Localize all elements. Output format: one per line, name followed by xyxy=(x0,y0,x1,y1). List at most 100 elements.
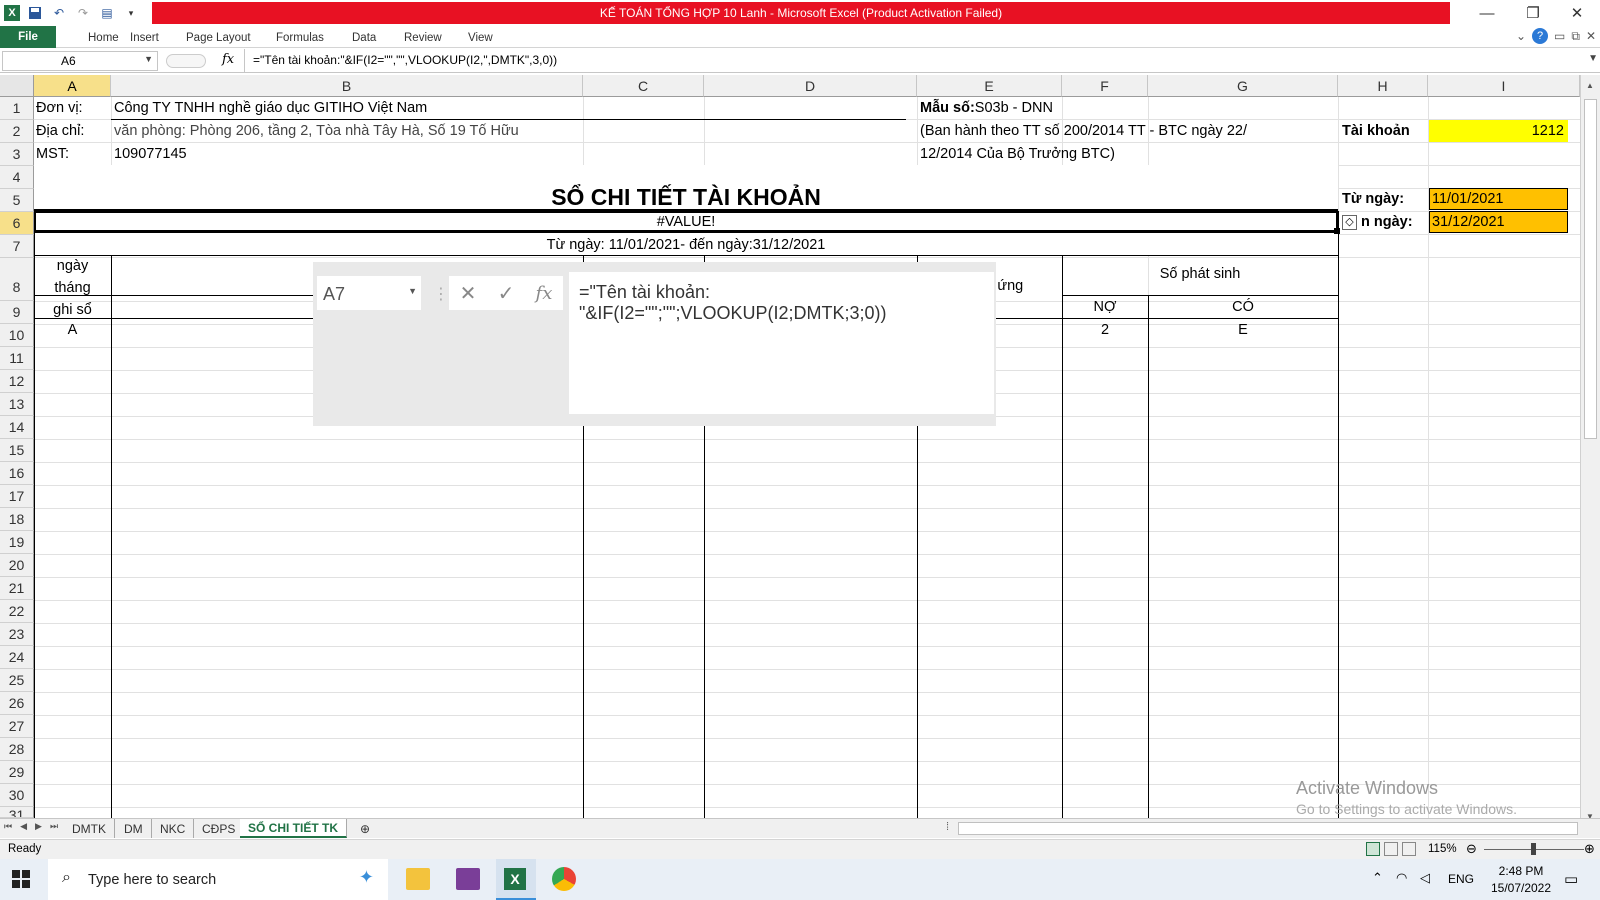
collapse-ribbon-icon[interactable]: ⌄ xyxy=(1516,29,1526,43)
taskbar-search[interactable]: ⌕ Type here to search ✦ xyxy=(48,859,388,900)
cell-a8[interactable]: ngày tháng ghi sổ xyxy=(34,255,111,321)
cell-i6[interactable]: 31/12/2021 xyxy=(1432,211,1505,233)
cell-b1[interactable]: Công TY TNHH nghề giáo dục GITIHO Việt N… xyxy=(114,97,427,119)
notification-icon[interactable]: ▭ xyxy=(1564,870,1578,888)
row-header[interactable]: 18 xyxy=(0,508,34,531)
formula-input[interactable]: ="Tên tài khoản:"&IF(I2="","",VLOOKUP(I2… xyxy=(244,49,1584,73)
next-sheet-icon[interactable]: ▶ xyxy=(35,821,42,832)
language-indicator[interactable]: ENG xyxy=(1448,872,1474,886)
prev-sheet-icon[interactable]: ◀ xyxy=(20,821,27,832)
row-header[interactable]: 4 xyxy=(0,166,34,189)
tab-home[interactable]: Home xyxy=(82,28,125,48)
row-header[interactable]: 16 xyxy=(0,462,34,485)
vertical-scrollbar[interactable]: ▲ ▼ xyxy=(1580,75,1600,827)
row-header[interactable]: 3 xyxy=(0,143,34,166)
column-header-c[interactable]: C xyxy=(583,75,704,97)
row-header[interactable]: 14 xyxy=(0,416,34,439)
zoom-slider-thumb[interactable] xyxy=(1531,843,1536,855)
cell-e2[interactable]: (Ban hành theo TT số 200/2014 TT - BTC n… xyxy=(920,120,1247,142)
sheet-tab-nkc[interactable]: NKC xyxy=(152,819,195,838)
row-header[interactable]: 21 xyxy=(0,577,34,600)
row-header[interactable]: 9 xyxy=(0,301,34,324)
select-all-corner[interactable] xyxy=(0,75,34,97)
cell-f9[interactable]: NỢ xyxy=(1062,296,1148,318)
cell-b2[interactable]: văn phòng: Phòng 206, tầng 2, Tòa nhà Tâ… xyxy=(114,120,519,142)
cell-h5[interactable]: Từ ngày: xyxy=(1342,188,1404,210)
tab-data[interactable]: Data xyxy=(346,28,382,48)
scroll-up-icon[interactable]: ▲ xyxy=(1586,81,1594,90)
page-break-view-icon[interactable] xyxy=(1402,842,1416,856)
row-header[interactable]: 17 xyxy=(0,485,34,508)
print-preview-icon[interactable]: ▤ xyxy=(98,4,116,22)
row-header[interactable]: 28 xyxy=(0,738,34,761)
normal-view-icon[interactable] xyxy=(1366,842,1380,856)
column-header-f[interactable]: F xyxy=(1062,75,1148,97)
new-sheet-icon[interactable]: ⊕ xyxy=(352,819,378,838)
row-header[interactable]: 24 xyxy=(0,646,34,669)
column-header-b[interactable]: B xyxy=(111,75,583,97)
chevron-down-icon[interactable]: ▼ xyxy=(144,54,153,64)
windows-start-icon[interactable] xyxy=(12,870,30,891)
tab-page-layout[interactable]: Page Layout xyxy=(180,28,257,48)
cell-a6-selected[interactable]: #VALUE! xyxy=(34,211,1338,232)
column-header-g[interactable]: G xyxy=(1148,75,1338,97)
winrar-icon[interactable] xyxy=(456,868,480,890)
zoom-in-icon[interactable]: ⊕ xyxy=(1584,841,1595,857)
row-header[interactable]: 23 xyxy=(0,623,34,646)
cell-e1[interactable]: Mẫu số: S03b - DNN xyxy=(920,97,1053,119)
row-header[interactable]: 20 xyxy=(0,554,34,577)
row-header[interactable]: 30 xyxy=(0,784,34,807)
row-header[interactable]: 11 xyxy=(0,347,34,370)
customize-qat-icon[interactable]: ▾ xyxy=(122,4,140,22)
clock[interactable]: 2:48 PM 15/07/2022 xyxy=(1486,863,1556,897)
formula-bar-expander[interactable] xyxy=(166,54,206,68)
row-header[interactable]: 7 xyxy=(0,235,34,258)
tab-split-handle[interactable]: ⁞ xyxy=(946,821,949,833)
cell-b3[interactable]: 109077145 xyxy=(114,143,187,165)
excel-taskbar-icon[interactable]: X xyxy=(496,859,536,900)
expand-formula-icon[interactable]: ▼ xyxy=(1588,53,1598,64)
cell-a2[interactable]: Địa chỉ: xyxy=(36,120,84,142)
row-header[interactable]: 31 xyxy=(0,807,34,818)
worksheet-grid[interactable]: Đơn vị: Công TY TNHH nghề giáo dục GITIH… xyxy=(34,97,1580,827)
tab-file[interactable]: File xyxy=(0,26,56,48)
close-button[interactable]: ✕ xyxy=(1554,0,1600,26)
zoom-out-icon[interactable]: ⊖ xyxy=(1466,841,1477,857)
row-header[interactable]: 2 xyxy=(0,120,34,143)
cell-f8[interactable]: Số phát sinh xyxy=(1062,263,1338,285)
cell-h6[interactable]: ◇ n ngày: xyxy=(1342,211,1413,233)
cell-a1[interactable]: Đơn vị: xyxy=(36,97,83,119)
cell-g10[interactable]: E xyxy=(1148,319,1338,341)
column-header-i[interactable]: I xyxy=(1428,75,1580,97)
save-icon[interactable] xyxy=(26,4,44,22)
chrome-icon[interactable] xyxy=(552,867,576,891)
restore-button[interactable]: ❐ xyxy=(1510,0,1556,26)
tab-insert[interactable]: Insert xyxy=(124,28,165,48)
undo-icon[interactable]: ↶ xyxy=(50,4,68,22)
row-header[interactable]: 8 xyxy=(0,258,34,301)
row-header[interactable]: 27 xyxy=(0,715,34,738)
cell-e3[interactable]: 12/2014 Của Bộ Trưởng BTC) xyxy=(920,143,1115,165)
row-header[interactable]: 26 xyxy=(0,692,34,715)
cell-f10[interactable]: 2 xyxy=(1062,319,1148,341)
row-header[interactable]: 1 xyxy=(0,97,34,120)
help-icon[interactable]: ? xyxy=(1532,28,1549,44)
tab-formulas[interactable]: Formulas xyxy=(270,28,330,48)
sheet-tab-so-chi-tiet-tk[interactable]: SỔ CHI TIẾT TK xyxy=(240,819,347,838)
row-header[interactable]: 13 xyxy=(0,393,34,416)
sheet-tab-dm[interactable]: DM xyxy=(116,819,152,838)
cell-i5[interactable]: 11/01/2021 xyxy=(1432,188,1504,210)
row-header[interactable]: 15 xyxy=(0,439,34,462)
insert-function-icon[interactable]: fx xyxy=(222,52,234,67)
wifi-icon[interactable]: ◠ xyxy=(1396,870,1407,886)
cell-a7[interactable]: Từ ngày: 11/01/2021- đến ngày:31/12/2021 xyxy=(34,234,1338,256)
cell-a3[interactable]: MST: xyxy=(36,143,69,165)
volume-icon[interactable]: ◁ xyxy=(1420,870,1430,886)
chevron-up-icon[interactable]: ⌃ xyxy=(1372,870,1383,886)
scroll-thumb[interactable] xyxy=(1584,99,1597,439)
redo-icon[interactable]: ↷ xyxy=(74,4,92,22)
cell-a10[interactable]: A xyxy=(34,319,111,341)
minimize-button[interactable]: — xyxy=(1464,0,1510,26)
row-header[interactable]: 22 xyxy=(0,600,34,623)
column-header-h[interactable]: H xyxy=(1338,75,1428,97)
